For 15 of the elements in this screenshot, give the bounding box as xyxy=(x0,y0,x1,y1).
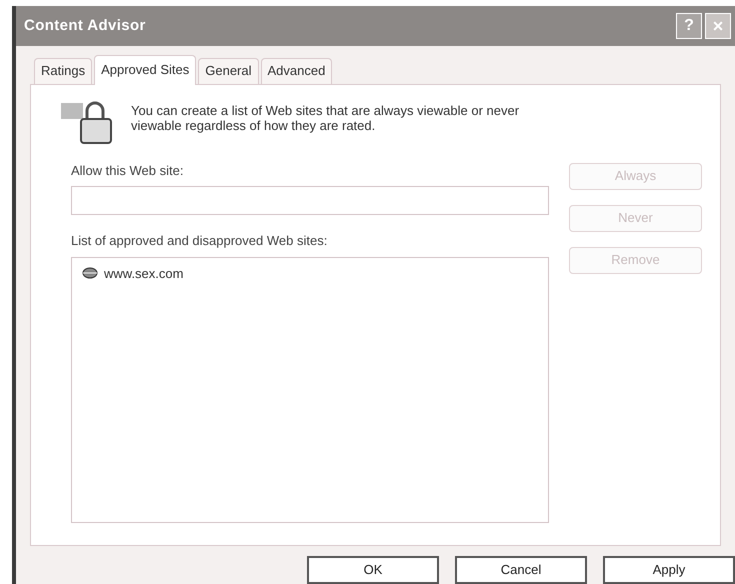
site-input-field[interactable] xyxy=(71,186,549,216)
lock-icon xyxy=(59,98,115,145)
tab[interactable]: General xyxy=(198,58,258,84)
tab[interactable]: Advanced xyxy=(260,58,332,84)
field-label: Allow this Web site: xyxy=(71,162,184,180)
tab[interactable]: Ratings xyxy=(34,58,92,84)
window-title: Content Advisor xyxy=(24,16,146,36)
tab[interactable]: Approved Sites xyxy=(94,54,196,85)
dialog-button[interactable]: Apply xyxy=(603,556,735,584)
dialog-button[interactable]: OK xyxy=(307,556,439,584)
globe-icon xyxy=(82,267,98,280)
list-label: List of approved and disapproved Web sites: xyxy=(71,232,328,250)
description-text: You can create a list of Web sites that are always viewable or never viewable regardless of how they are rated. xyxy=(131,102,520,133)
site-list-item[interactable]: www.sex.com xyxy=(80,264,186,284)
dialog-button[interactable]: Cancel xyxy=(455,556,587,584)
